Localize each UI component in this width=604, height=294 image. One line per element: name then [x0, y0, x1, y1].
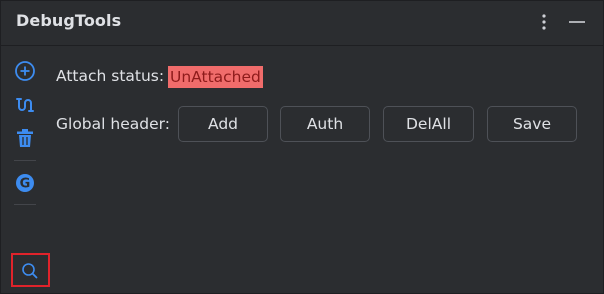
toolstrip-divider	[14, 204, 36, 205]
toolstrip-divider	[14, 160, 36, 161]
groovy-icon[interactable]: G	[13, 171, 37, 195]
more-vertical-icon[interactable]	[534, 12, 554, 32]
delete-all-button[interactable]: DelAll	[383, 106, 474, 142]
tool-strip: G	[1, 47, 50, 294]
minimize-icon[interactable]	[567, 12, 587, 32]
global-header-label: Global header:	[56, 115, 170, 133]
attach-status-label: Attach status:	[56, 67, 165, 85]
add-circle-icon[interactable]	[13, 59, 37, 83]
add-header-button[interactable]: Add	[178, 106, 268, 142]
trash-icon[interactable]	[13, 126, 37, 150]
content-area: Attach status: UnAttached Global header:…	[56, 47, 603, 293]
attach-status-badge: UnAttached	[168, 66, 263, 88]
save-button[interactable]: Save	[487, 106, 577, 142]
connect-icon[interactable]	[13, 93, 37, 117]
window-title: DebugTools	[16, 11, 122, 30]
debugtools-panel: DebugTools G Attach status: UnAttached G…	[0, 0, 604, 294]
svg-text:G: G	[20, 177, 31, 192]
search-icon	[22, 263, 38, 279]
title-bar: DebugTools	[1, 1, 603, 46]
auth-button[interactable]: Auth	[280, 106, 370, 142]
search-button[interactable]	[11, 253, 50, 287]
